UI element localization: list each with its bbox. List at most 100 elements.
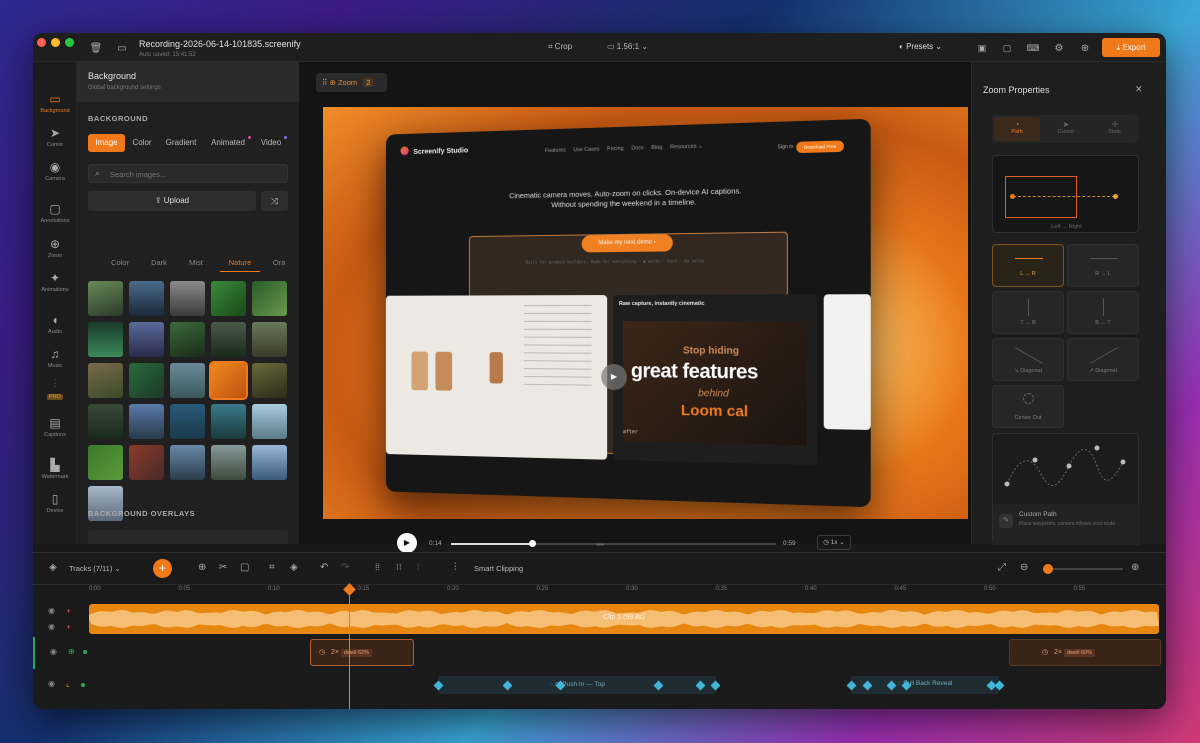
zoom-badge[interactable]: ⠿ ⊕ Zoom 2 — [316, 73, 387, 92]
option-right-left[interactable]: R → L — [1067, 244, 1139, 287]
background-thumbnail[interactable] — [252, 322, 287, 357]
timeline-zoom-slider[interactable] — [1043, 564, 1123, 574]
crop-icon[interactable]: ⌗ — [269, 562, 275, 573]
add-track-button[interactable]: + — [153, 559, 172, 578]
nav-device[interactable]: ▯ Device — [33, 492, 77, 514]
background-thumbnail[interactable] — [252, 404, 287, 439]
close-window-button[interactable] — [37, 38, 46, 47]
trim-icon[interactable]: ⁝⁝ — [396, 562, 402, 573]
zoom-in-tool-icon[interactable]: ⊕ — [198, 562, 206, 573]
eye-icon[interactable]: ◉ — [50, 647, 57, 656]
background-thumbnail[interactable] — [88, 322, 123, 357]
scrubber[interactable] — [451, 540, 776, 547]
keyboard-icon[interactable]: ⌨ — [1026, 41, 1040, 55]
timeline-resize-handle[interactable]: ••• — [589, 542, 611, 550]
audio-clip[interactable]: Clip 1 (59.8s) — [89, 604, 1159, 634]
background-thumbnail[interactable] — [211, 445, 246, 480]
option-top-bottom[interactable]: T → B — [992, 291, 1064, 334]
eye-icon[interactable]: ◉ — [48, 622, 55, 631]
category-nature[interactable]: Nature — [220, 254, 260, 272]
stack-icon[interactable]: ◈ — [290, 562, 298, 573]
undo-icon[interactable]: ↶ — [320, 562, 328, 573]
plus-circle-icon[interactable]: ⊕ — [1078, 41, 1092, 55]
background-thumbnail[interactable] — [252, 281, 287, 316]
background-thumbnail[interactable] — [129, 445, 164, 480]
option-bottom-top[interactable]: B → T — [1067, 291, 1139, 334]
timeline-zoom-handle[interactable] — [1043, 564, 1053, 574]
nav-music[interactable]: ♫ Music — [33, 347, 77, 369]
path-segment[interactable]: ◌ Pull Back Reveal — [851, 676, 999, 694]
upload-button[interactable]: ⇪ Upload — [88, 191, 256, 211]
marker-icon[interactable]: ⫶ — [417, 562, 419, 573]
mute-icon[interactable]: ◖ — [66, 622, 71, 631]
nav-zoom[interactable]: ⊕ Zoom — [33, 237, 77, 259]
background-thumbnail[interactable] — [129, 404, 164, 439]
tab-animated[interactable]: Animated — [207, 134, 249, 152]
background-thumbnail[interactable] — [129, 363, 164, 398]
close-icon[interactable]: ✕ — [1135, 84, 1143, 95]
eye-icon[interactable]: ◉ — [48, 679, 55, 688]
nav-animations[interactable]: ✦ Animations — [33, 271, 77, 293]
background-thumbnail[interactable] — [88, 445, 123, 480]
tracks-select[interactable]: Tracks (7/11) ⌄ — [69, 564, 121, 573]
background-thumbnail[interactable] — [170, 281, 205, 316]
background-thumbnail[interactable] — [211, 322, 246, 357]
scrubber-handle[interactable] — [529, 540, 536, 547]
eye-icon[interactable]: ◉ — [48, 606, 55, 615]
zoom-clip[interactable]: ◷ 2× dwell 62% — [310, 639, 414, 666]
background-thumbnail[interactable] — [209, 361, 248, 400]
split-icon[interactable]: ⁞⁞ — [375, 562, 380, 572]
background-thumbnail[interactable] — [252, 363, 287, 398]
option-center-out[interactable]: Center Out — [992, 385, 1064, 428]
zoom-out-icon[interactable]: ⊖ — [1020, 562, 1028, 573]
tab-cursor[interactable]: ➤ Cursor — [1043, 117, 1089, 141]
option-left-right[interactable]: L → R — [992, 244, 1064, 287]
comment-icon[interactable]: ▢ — [240, 562, 249, 573]
category-ora[interactable]: Ora — [267, 254, 291, 272]
playhead[interactable] — [349, 587, 350, 709]
option-diagonal-down[interactable]: ↘ Diagonal — [992, 338, 1064, 381]
zoom-in-icon[interactable]: ⊕ — [1131, 562, 1139, 573]
gift-icon[interactable]: ▣ — [975, 41, 989, 55]
background-thumbnail[interactable] — [129, 322, 164, 357]
tab-image[interactable]: Image — [88, 134, 125, 152]
crop-button[interactable]: ⌗ Crop — [548, 42, 572, 52]
waveform-icon[interactable]: ⫶ — [454, 562, 457, 573]
tab-color[interactable]: Color — [129, 134, 155, 152]
option-diagonal-up[interactable]: ↗ Diagonal — [1067, 338, 1139, 381]
background-thumbnail[interactable] — [129, 281, 164, 316]
background-thumbnail[interactable] — [170, 322, 205, 357]
background-thumbnail[interactable] — [88, 281, 123, 316]
aspect-ratio-select[interactable]: ▭ 1.56:1 ⌄ — [607, 42, 648, 51]
nav-camera[interactable]: ◉ Camera — [33, 160, 77, 182]
presets-button[interactable]: ◐ Presets ⌄ — [899, 42, 942, 51]
folder-icon[interactable]: ▭ — [115, 41, 129, 55]
background-thumbnail[interactable] — [170, 404, 205, 439]
tab-gradient[interactable]: Gradient — [161, 134, 201, 152]
nav-watermark[interactable]: ▙ Watermark — [33, 458, 77, 480]
tab-video[interactable]: Video — [257, 134, 285, 152]
category-color[interactable]: Color — [103, 254, 137, 272]
search-input[interactable]: ⌕ Search images... — [88, 164, 288, 183]
custom-path-card[interactable]: ✎ Custom Path Place waypoints, camera fo… — [992, 433, 1140, 545]
category-mist[interactable]: Mist — [181, 254, 211, 272]
shuffle-button[interactable]: ⤨ — [261, 191, 288, 211]
nav-audio[interactable]: ◖ Audio — [33, 313, 77, 335]
category-dark[interactable]: Dark — [144, 254, 174, 272]
nav-cursor[interactable]: ➤ Cursor — [33, 126, 77, 148]
nav-annotations[interactable]: ▢ Annotations — [33, 202, 77, 224]
scissors-icon[interactable]: ✂ — [219, 562, 227, 573]
fullscreen-icon[interactable]: ⤢ — [998, 562, 1006, 573]
tab-path[interactable]: ◔ Path — [994, 117, 1040, 141]
trash-icon[interactable]: 🗑 — [89, 41, 103, 55]
background-thumbnail[interactable] — [252, 445, 287, 480]
path-segment[interactable]: ◌ ◷ Push In — Top — [438, 676, 716, 694]
background-thumbnail[interactable] — [211, 281, 246, 316]
zoom-clip[interactable]: ◷ 2× dwell 60% — [1009, 639, 1161, 666]
smart-clipping-button[interactable]: Smart Clipping — [474, 564, 523, 573]
export-button[interactable]: ⤓ Export — [1102, 38, 1160, 57]
nav-pro-audio[interactable]: ⫶ PRO — [33, 377, 77, 400]
background-thumbnail[interactable] — [88, 363, 123, 398]
background-thumbnail[interactable] — [211, 404, 246, 439]
tab-static[interactable]: ✛ Static — [1092, 117, 1138, 141]
